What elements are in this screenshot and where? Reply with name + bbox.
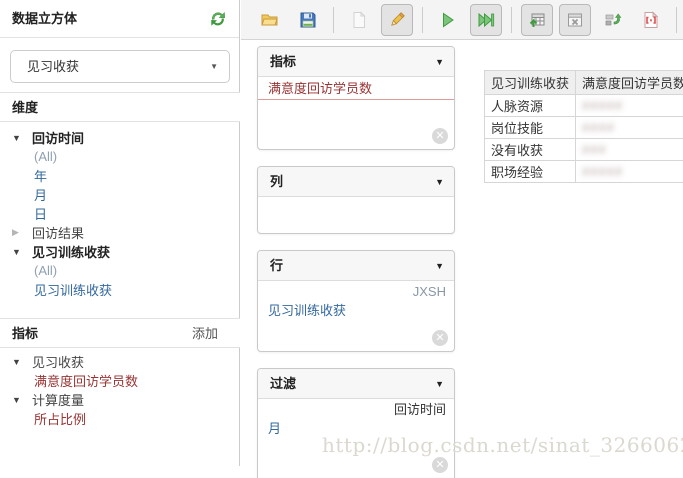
- tree-item-huifangshijian[interactable]: ▼ 回访时间: [0, 128, 240, 147]
- refresh-icon[interactable]: [209, 10, 227, 28]
- chevron-expanded-icon[interactable]: ▼: [12, 357, 32, 367]
- clear-axis-icon[interactable]: ✕: [432, 457, 448, 473]
- measures-drop-panel: 指标 ▼ 满意度回访学员数 ✕: [257, 46, 455, 150]
- chevron-down-icon: ▼: [210, 51, 218, 82]
- toggle-fields-icon[interactable]: [521, 4, 553, 36]
- run-query-icon[interactable]: [432, 4, 464, 36]
- table-row: 人脉资源 #####: [485, 95, 683, 117]
- blurred-value: #####: [582, 164, 623, 179]
- toolbar-separator: [676, 7, 677, 33]
- table-header-measure: 满意度回访学员数: [576, 71, 683, 95]
- dimensions-label: 维度: [12, 100, 38, 115]
- toolbar-separator: [333, 7, 334, 33]
- tree-item-jianxishouhuo[interactable]: ▼ 见习收获: [0, 352, 240, 371]
- table-header-dimension: 见习训练收获: [485, 71, 576, 95]
- toolbar: [241, 0, 683, 40]
- query-workspace: 指标 ▼ 满意度回访学员数 ✕ 列 ▼ 行 ▼ JXSH 见习训练收获: [241, 40, 683, 466]
- columns-panel-title: 列: [270, 174, 283, 189]
- dropped-dimension-item[interactable]: 见习训练收获: [258, 299, 454, 322]
- chevron-down-icon: ▼: [435, 47, 444, 77]
- rows-hierarchy-tag: JXSH: [258, 281, 454, 299]
- toolbar-separator: [511, 7, 512, 33]
- blurred-value: ####: [582, 120, 615, 135]
- measures-section-header: 指标 添加: [0, 318, 240, 348]
- filter-panel-header[interactable]: 过滤 ▼: [258, 369, 454, 399]
- row-label: 没有收获: [485, 139, 576, 161]
- filter-panel-title: 过滤: [270, 376, 296, 391]
- dropped-filter-item[interactable]: 月: [258, 417, 454, 440]
- swap-axis-icon[interactable]: [597, 4, 629, 36]
- columns-drop-zone[interactable]: [258, 197, 454, 233]
- table-row: 岗位技能 ####: [485, 117, 683, 139]
- tree-item-manyidu-measure[interactable]: 满意度回访学员数: [0, 371, 240, 390]
- row-label: 岗位技能: [485, 117, 576, 139]
- measures-panel-header[interactable]: 指标 ▼: [258, 47, 454, 77]
- tree-item-jianxixunlian-level[interactable]: 见习训练收获: [0, 280, 240, 299]
- measure-tree: ▼ 见习收获 满意度回访学员数 ▼ 计算度量 所占比例: [0, 352, 240, 428]
- tree-item-year[interactable]: 年: [0, 166, 240, 185]
- rows-panel-title: 行: [270, 258, 283, 273]
- rows-panel-header[interactable]: 行 ▼: [258, 251, 454, 281]
- toolbar-separator: [422, 7, 423, 33]
- dimension-tree: ▼ 回访时间 (All) 年 月 日 ▶ 回访结果 ▼ 见习训练收获: [0, 128, 240, 299]
- chevron-expanded-icon[interactable]: ▼: [12, 395, 32, 405]
- chevron-collapsed-icon[interactable]: ▶: [12, 227, 32, 238]
- chevron-down-icon: ▼: [435, 251, 444, 281]
- chevron-expanded-icon[interactable]: ▼: [12, 247, 32, 257]
- cube-select-value: 见习收获: [27, 59, 79, 74]
- tree-item-jianxixunlian[interactable]: ▼ 见习训练收获: [0, 242, 240, 261]
- dimensions-section-header: 维度: [0, 92, 240, 122]
- columns-panel-header[interactable]: 列 ▼: [258, 167, 454, 197]
- open-folder-icon[interactable]: [254, 4, 286, 36]
- save-icon[interactable]: [292, 4, 324, 36]
- tree-item-suozhanbili-measure[interactable]: 所占比例: [0, 409, 240, 428]
- clear-axis-icon[interactable]: ✕: [432, 330, 448, 346]
- tree-item-month[interactable]: 月: [0, 185, 240, 204]
- row-label: 人脉资源: [485, 95, 576, 117]
- tree-item-all-2[interactable]: (All): [0, 261, 240, 280]
- sidebar-title: 数据立方体: [0, 0, 239, 38]
- row-label: 职场经验: [485, 161, 576, 183]
- tree-item-day[interactable]: 日: [0, 204, 240, 223]
- add-measure-button[interactable]: 添加: [192, 319, 218, 349]
- tree-item-jisuanduliang[interactable]: ▼ 计算度量: [0, 390, 240, 409]
- blurred-value: #####: [582, 98, 623, 113]
- chevron-down-icon: ▼: [435, 167, 444, 197]
- auto-run-icon[interactable]: [470, 4, 502, 36]
- edit-icon[interactable]: [381, 4, 413, 36]
- columns-drop-panel: 列 ▼: [257, 166, 455, 234]
- measures-panel-title: 指标: [270, 54, 296, 69]
- table-row: 职场经验 #####: [485, 161, 683, 183]
- measures-label: 指标: [12, 326, 38, 341]
- rows-drop-panel: 行 ▼ JXSH 见习训练收获 ✕: [257, 250, 455, 352]
- mdx-icon[interactable]: [635, 4, 667, 36]
- hide-parents-icon[interactable]: [559, 4, 591, 36]
- blurred-value: ###: [582, 142, 607, 157]
- sidebar: 数据立方体 见习收获 ▼ 维度 ▼ 回访时间 (All) 年: [0, 0, 240, 466]
- tree-item-huifangjieguo[interactable]: ▶ 回访结果: [0, 223, 240, 242]
- filter-hierarchy-tag: 回访时间: [258, 399, 454, 417]
- chevron-down-icon: ▼: [435, 369, 444, 399]
- result-table: 见习训练收获 满意度回访学员数 人脉资源 ##### 岗位技能 #### 没有收…: [484, 70, 683, 183]
- chevron-expanded-icon[interactable]: ▼: [12, 133, 32, 143]
- cube-select[interactable]: 见习收获 ▼: [10, 50, 230, 83]
- tree-item-all-1[interactable]: (All): [0, 147, 240, 166]
- table-row: 没有收获 ###: [485, 139, 683, 161]
- clear-axis-icon[interactable]: ✕: [432, 128, 448, 144]
- new-query-icon[interactable]: [343, 4, 375, 36]
- filter-drop-panel: 过滤 ▼ 回访时间 月 ✕: [257, 368, 455, 478]
- dropped-measure-item[interactable]: 满意度回访学员数: [258, 77, 454, 100]
- olap-analysis-app: 数据立方体 见习收获 ▼ 维度 ▼ 回访时间 (All) 年: [0, 0, 683, 466]
